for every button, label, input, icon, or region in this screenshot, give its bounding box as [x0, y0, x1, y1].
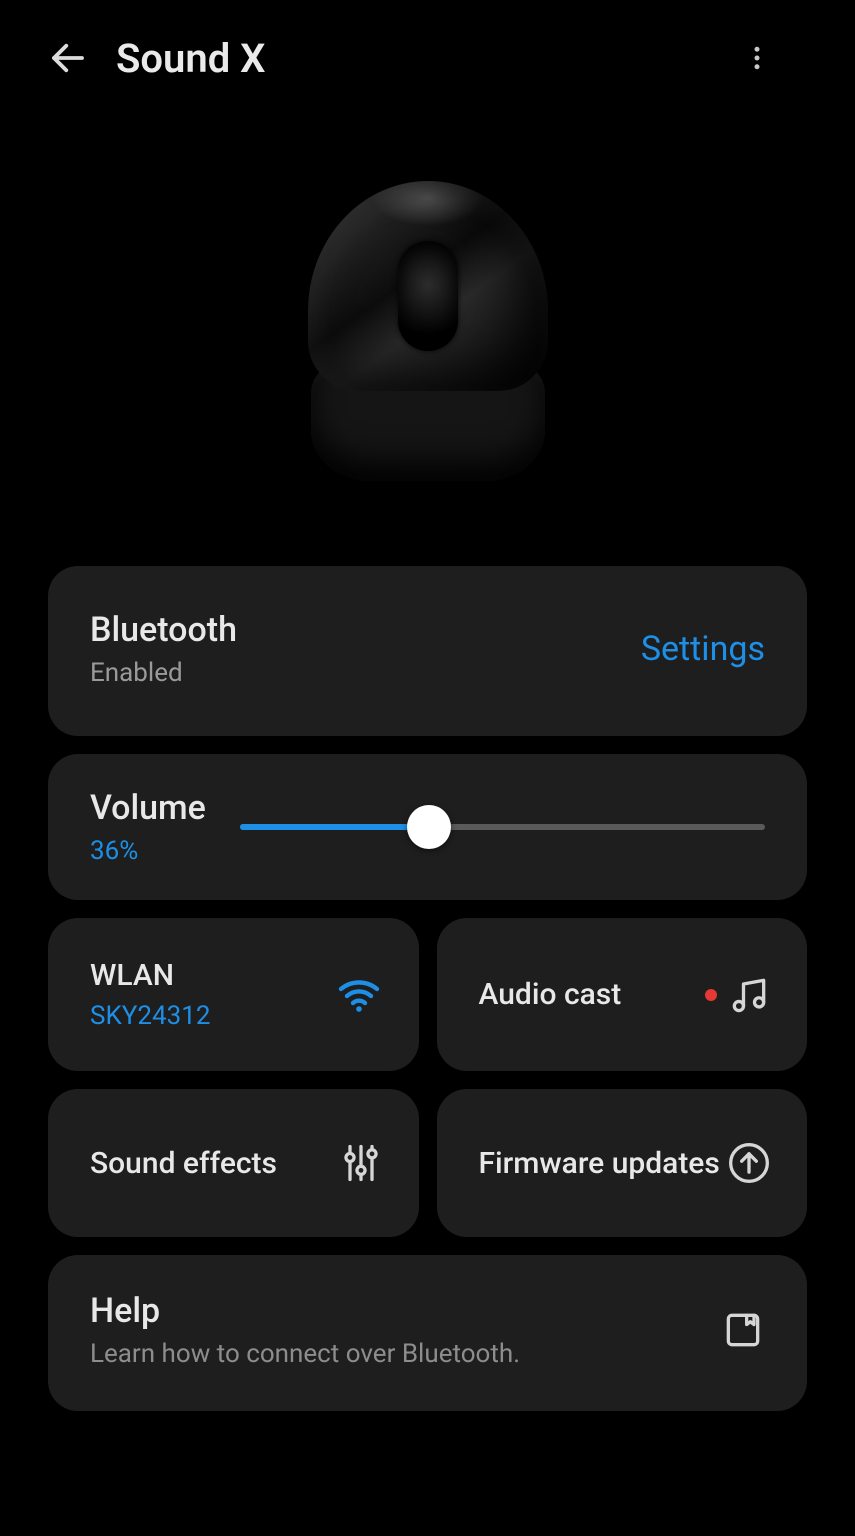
manual-icon	[721, 1308, 765, 1352]
volume-percent: 36%	[90, 836, 240, 866]
help-subtitle: Learn how to connect over Bluetooth.	[90, 1339, 520, 1369]
more-vertical-icon	[742, 38, 772, 78]
sound-effects-label: Sound effects	[90, 1146, 277, 1181]
back-arrow-icon	[47, 37, 89, 79]
device-settings-screen: Sound X Bluetooth Enabled Settings Volum…	[0, 0, 855, 1536]
help-title: Help	[90, 1291, 520, 1331]
volume-thumb[interactable]	[407, 805, 451, 849]
equalizer-icon	[339, 1141, 383, 1185]
product-image-area	[0, 96, 855, 566]
upload-circle-icon	[727, 1141, 771, 1185]
volume-track-fill	[240, 824, 429, 830]
bluetooth-settings-link[interactable]: Settings	[641, 629, 765, 669]
wlan-label: WLAN	[90, 958, 210, 993]
help-card[interactable]: Help Learn how to connect over Bluetooth…	[48, 1255, 807, 1411]
music-note-icon	[727, 973, 771, 1017]
firmware-updates-tile[interactable]: Firmware updates	[437, 1089, 808, 1237]
header-bar: Sound X	[0, 0, 855, 96]
audio-cast-label: Audio cast	[479, 977, 622, 1012]
wlan-tile[interactable]: WLAN SKY24312	[48, 918, 419, 1071]
more-menu-button[interactable]	[729, 30, 785, 86]
bluetooth-title: Bluetooth	[90, 610, 237, 650]
notification-dot-icon	[705, 989, 717, 1001]
audio-cast-tile[interactable]: Audio cast	[437, 918, 808, 1071]
sound-effects-tile[interactable]: Sound effects	[48, 1089, 419, 1237]
wifi-icon	[335, 971, 383, 1019]
firmware-label: Firmware updates	[479, 1146, 720, 1181]
page-title: Sound X	[116, 35, 266, 82]
back-button[interactable]	[40, 30, 96, 86]
bluetooth-card[interactable]: Bluetooth Enabled Settings	[48, 566, 807, 736]
volume-card: Volume 36%	[48, 754, 807, 900]
volume-label: Volume	[90, 788, 240, 828]
bluetooth-status: Enabled	[90, 658, 237, 688]
speaker-image	[308, 181, 548, 481]
volume-slider[interactable]	[240, 807, 765, 847]
wlan-ssid: SKY24312	[90, 1001, 210, 1031]
